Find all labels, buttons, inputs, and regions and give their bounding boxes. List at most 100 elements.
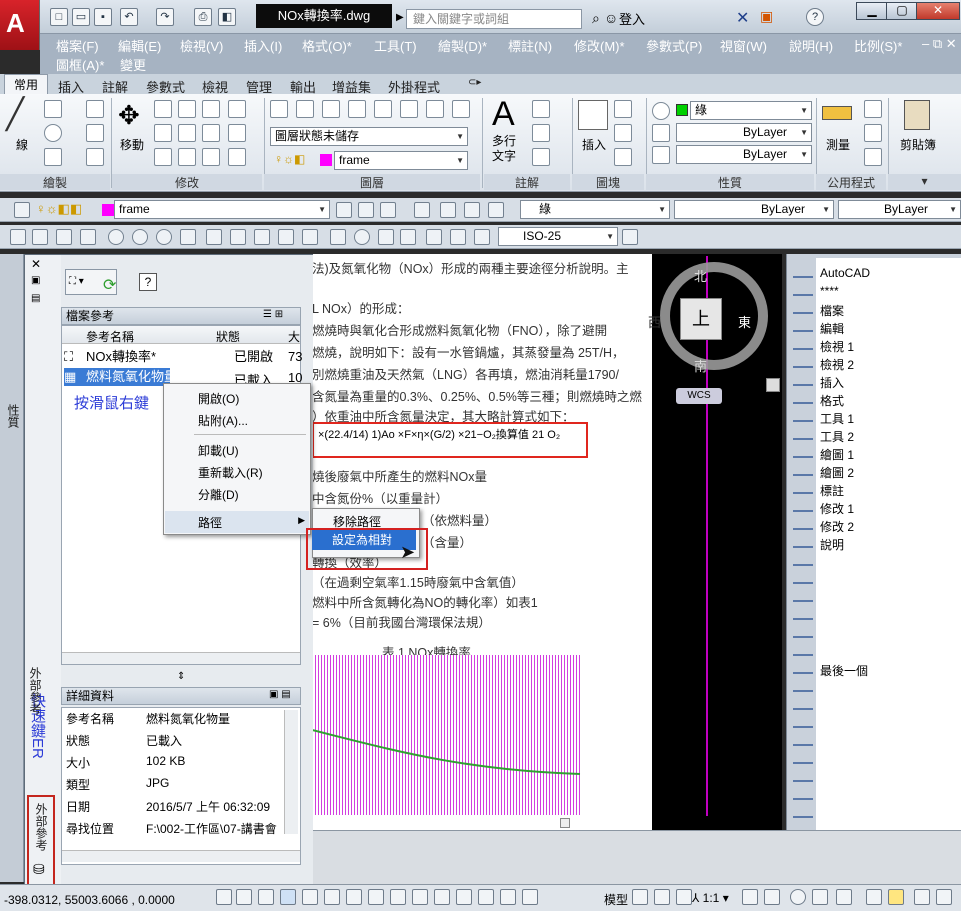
selection-cycling-icon[interactable] (500, 889, 516, 905)
lineweight-toolbar-combo[interactable]: ByLayer (838, 200, 961, 219)
insert-block-icon[interactable] (578, 100, 608, 130)
doc-window-controls[interactable]: – ⧉ ✕ (922, 36, 957, 52)
palette-tab-dimension[interactable]: 標註 (820, 482, 844, 499)
dim-edit-icon[interactable] (426, 229, 442, 245)
block-panel-label[interactable]: 圖塊 (572, 174, 644, 190)
create-block-icon[interactable] (614, 100, 632, 118)
copy-icon[interactable] (154, 100, 172, 118)
dim-ordinate-icon[interactable] (80, 229, 96, 245)
col-status[interactable]: 狀態 (216, 328, 240, 345)
dim-angular-icon[interactable] (180, 229, 196, 245)
layer-toolbar-combo[interactable]: frame (114, 200, 330, 219)
layer-match-icon[interactable] (380, 202, 396, 218)
menu-item-reload[interactable]: 重新載入(R) (198, 464, 263, 481)
dim-diameter-icon[interactable] (156, 229, 172, 245)
palette-tab-format[interactable]: 格式 (820, 392, 844, 409)
binoculars-icon[interactable]: ⌕ (592, 10, 600, 27)
transparency-icon[interactable] (456, 889, 472, 905)
help-button[interactable]: ? (806, 8, 824, 26)
palette-tab-autocad[interactable]: AutoCAD (820, 266, 870, 280)
menu-draw[interactable]: 繪製(D)* (438, 36, 487, 55)
otrack-icon[interactable] (368, 889, 384, 905)
edit-block-icon[interactable] (614, 124, 632, 142)
menu-item-attach[interactable]: 貼附(A)... (198, 412, 248, 429)
block-attribute-icon[interactable] (614, 148, 632, 166)
menu-item-detach[interactable]: 分離(D) (198, 486, 239, 503)
layer-manager-icon[interactable] (14, 202, 30, 218)
clipboard-panel-label[interactable]: ▾ (888, 174, 961, 190)
annotation-panel-label[interactable]: 註解 (484, 174, 570, 190)
linetype-combo[interactable]: ByLayer (676, 123, 812, 142)
circle-icon[interactable] (44, 124, 62, 142)
auto-scale-icon[interactable] (764, 889, 780, 905)
palette-properties-icon[interactable]: ▤ (31, 293, 40, 304)
login-button[interactable]: 登入 (619, 9, 645, 28)
preview-toggle-icon[interactable]: ▣ ▤ (269, 689, 291, 700)
clean-screen-icon[interactable] (914, 889, 930, 905)
tolerance-icon[interactable] (330, 229, 346, 245)
chamfer-icon[interactable] (228, 148, 246, 166)
color-combo[interactable]: 綠 (690, 101, 812, 120)
match-properties-icon[interactable] (652, 102, 670, 120)
workspace-icon[interactable] (790, 889, 806, 905)
h-scroll-thumb[interactable] (560, 818, 570, 828)
dim-aligned-icon[interactable] (32, 229, 48, 245)
properties-panel-label[interactable]: 性質 (646, 174, 814, 190)
xref-side-tab[interactable]: 外部參考 (33, 803, 50, 851)
col-name[interactable]: 參考名稱 (86, 328, 134, 345)
dim-baseline-icon[interactable] (230, 229, 246, 245)
dim-break-icon[interactable] (302, 229, 318, 245)
lineweight-icon[interactable] (652, 146, 670, 164)
menu-dimension[interactable]: 標註(N) (508, 36, 552, 55)
close-button[interactable]: ✕ (916, 2, 960, 20)
palette-close-icon[interactable]: ✕ (31, 257, 41, 271)
layout1-icon[interactable] (632, 889, 648, 905)
dim-style-manager-icon[interactable] (622, 229, 638, 245)
lock-ui-icon[interactable] (812, 889, 828, 905)
osnap-icon[interactable] (324, 889, 340, 905)
list-view-icon[interactable]: ☰ ⊞ (263, 309, 283, 320)
menu-frame[interactable]: 圖框(A)* (56, 55, 104, 74)
annotation-monitor-icon[interactable] (522, 889, 538, 905)
palette-tab-stars[interactable]: **** (820, 284, 839, 298)
exchange-icon[interactable]: ✕ (736, 8, 749, 28)
dim-continue-icon[interactable] (254, 229, 270, 245)
viewcube-east[interactable]: 東 (738, 312, 751, 331)
menu-tools[interactable]: 工具(T) (374, 36, 417, 55)
leader-icon[interactable] (532, 124, 550, 142)
menu-window[interactable]: 視窗(W) (720, 36, 767, 55)
list-item[interactable]: ⛶ NOx轉換率* 已開啟 73 (64, 348, 302, 366)
viewcube-north[interactable]: 北 (694, 266, 707, 285)
help-icon[interactable]: ? (139, 273, 157, 291)
dim-radius-icon[interactable] (108, 229, 124, 245)
menu-change[interactable]: 變更 (120, 55, 146, 74)
rectangle-icon[interactable] (86, 124, 104, 142)
app-store-icon[interactable]: ▣ (760, 8, 773, 25)
palette-tab-edit[interactable]: 編輯 (820, 320, 844, 337)
palette-autohide-icon[interactable]: ▣ (31, 275, 40, 286)
properties-side-tab[interactable]: 性質 (5, 404, 22, 428)
stretch-icon[interactable] (154, 124, 172, 142)
layer-isolate-icon[interactable] (348, 100, 366, 118)
app-menu-button[interactable]: A (0, 0, 40, 50)
menu-item-open[interactable]: 開啟(O) (198, 390, 239, 407)
notification-icon[interactable] (888, 889, 904, 905)
coordinates-readout[interactable]: -398.0312, 55003.6066 , 0.0000 (4, 893, 175, 907)
dim-linear-icon[interactable] (10, 229, 26, 245)
expand-arrow-icon[interactable]: ▶ (396, 12, 404, 23)
menu-file[interactable]: 檔案(F) (56, 36, 99, 55)
menu-edit[interactable]: 編輯(E) (118, 36, 161, 55)
dim-text-edit-icon[interactable] (450, 229, 466, 245)
paste-icon[interactable] (904, 100, 930, 130)
dim-space-icon[interactable] (278, 229, 294, 245)
preview-icon[interactable]: ◧ (218, 8, 236, 26)
dimstyle-combo[interactable]: ISO-25 (498, 227, 618, 246)
menu-view[interactable]: 檢視(V) (180, 36, 223, 55)
palette-tab-modify2[interactable]: 修改 2 (820, 518, 854, 535)
linetype-toolbar-combo[interactable]: ByLayer (674, 200, 834, 219)
grid-icon[interactable] (258, 889, 274, 905)
menu-scale[interactable]: 比例(S)* (854, 36, 902, 55)
calculator-icon[interactable] (864, 148, 882, 166)
draw-panel-label[interactable]: 繪製 (0, 174, 110, 190)
scroll-thumb[interactable] (766, 378, 780, 392)
